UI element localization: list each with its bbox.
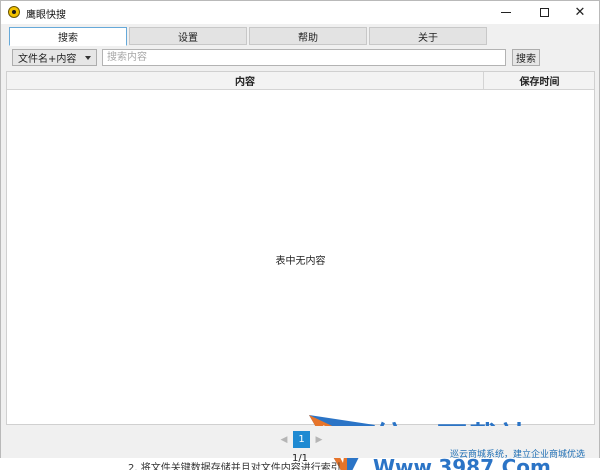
window-title: 鹰眼快搜 bbox=[26, 10, 66, 21]
next-page-button[interactable]: ▶ bbox=[313, 433, 325, 447]
minimize-icon bbox=[501, 12, 511, 13]
close-button[interactable]: ✕ bbox=[563, 1, 597, 24]
search-mode-select[interactable]: 文件名+内容 bbox=[12, 49, 97, 66]
chevron-down-icon bbox=[85, 56, 91, 60]
tab-settings[interactable]: 设置 bbox=[129, 27, 247, 45]
results-table: 内容 保存时间 表中无内容 统一下载站 Www.3987.Com bbox=[6, 71, 595, 470]
tab-about[interactable]: 关于 bbox=[369, 27, 487, 45]
previous-page-button[interactable]: ◀ bbox=[278, 433, 290, 447]
maximize-icon bbox=[539, 8, 549, 17]
close-icon: ✕ bbox=[574, 5, 586, 20]
tab-search[interactable]: 搜索 bbox=[9, 27, 127, 46]
app-logo-icon bbox=[8, 6, 20, 18]
search-mode-value: 文件名+内容 bbox=[18, 54, 77, 65]
tab-bar: 搜索 设置 帮助 关于 bbox=[9, 27, 589, 46]
search-input[interactable] bbox=[102, 49, 506, 66]
column-header-saved-time[interactable]: 保存时间 bbox=[485, 72, 594, 89]
app-window: 鹰眼快搜 ✕ 搜索 设置 帮助 关于 文件名+内容 搜索 内容 保存时间 表中无… bbox=[0, 0, 600, 470]
column-header-content[interactable]: 内容 bbox=[7, 72, 484, 89]
title-bar[interactable]: 鹰眼快搜 ✕ bbox=[1, 1, 599, 24]
table-header: 内容 保存时间 bbox=[7, 72, 594, 90]
search-button[interactable]: 搜索 bbox=[512, 49, 540, 66]
background-page-text: 2. 将文件关键数据存储并且对文件内容进行索引 bbox=[128, 463, 341, 470]
empty-table-message: 表中无内容 bbox=[275, 256, 326, 267]
current-page-button[interactable]: 1 bbox=[293, 431, 310, 448]
tab-help[interactable]: 帮助 bbox=[249, 27, 367, 45]
maximize-button[interactable] bbox=[527, 1, 561, 24]
minimize-button[interactable] bbox=[489, 1, 523, 24]
search-toolbar: 文件名+内容 搜索 bbox=[9, 47, 593, 68]
